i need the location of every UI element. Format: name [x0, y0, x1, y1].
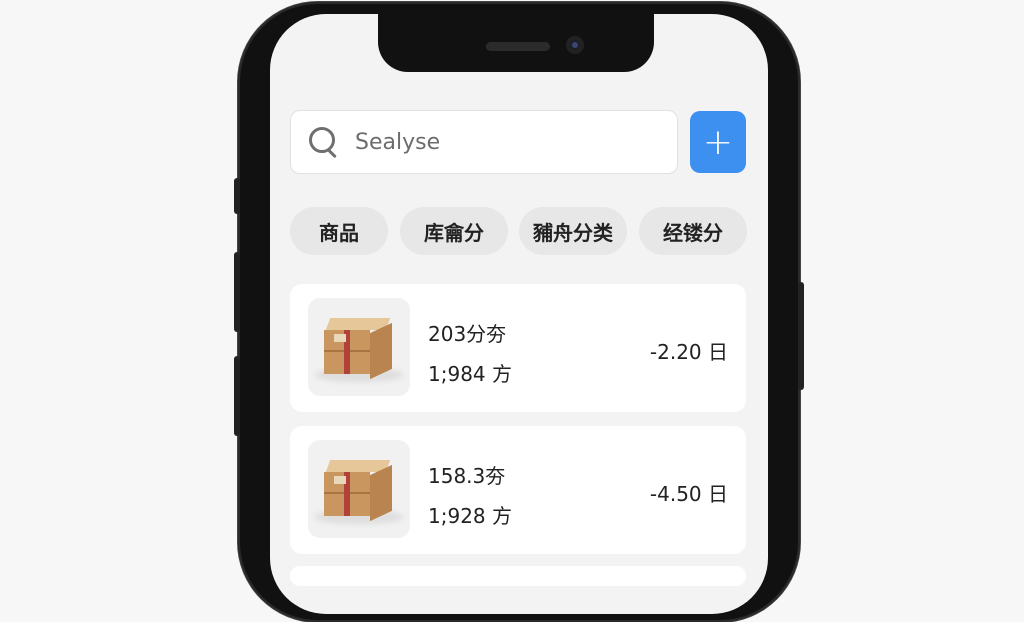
add-button[interactable]: + [690, 111, 746, 173]
list-item[interactable]: 203分夯 1;984 方 -2.20 日 [290, 284, 746, 412]
phone-volume-down [234, 356, 240, 436]
product-image [308, 440, 410, 538]
phone-volume-up [234, 252, 240, 332]
item-change: -2.20 日 [649, 340, 728, 364]
list-item-partial[interactable] [290, 566, 746, 586]
item-stock: 1;928 方 [428, 504, 512, 528]
filter-chip-3[interactable]: 豧舟分类 [519, 207, 627, 255]
filter-chip-4[interactable]: 经镂分 [639, 207, 747, 255]
product-image [308, 298, 410, 396]
item-quantity: 203分夯 [428, 322, 507, 346]
item-quantity: 158.3夯 [428, 464, 506, 488]
search-bar[interactable] [290, 110, 678, 174]
search-input[interactable] [353, 128, 657, 156]
list-item[interactable]: 158.3夯 1;928 方 -4.50 日 [290, 426, 746, 554]
box-icon [324, 318, 394, 380]
item-change: -4.50 日 [649, 482, 728, 506]
phone-side-button [234, 178, 240, 214]
filter-chip-2[interactable]: 库龠分 [400, 207, 508, 255]
front-camera [566, 36, 584, 54]
box-icon [324, 460, 394, 522]
filter-chip-products[interactable]: 商品 [290, 207, 388, 255]
item-stock: 1;984 方 [428, 362, 512, 386]
speaker [486, 42, 550, 51]
phone-power-button [798, 282, 804, 390]
search-icon [307, 125, 341, 159]
phone-notch [378, 10, 654, 72]
